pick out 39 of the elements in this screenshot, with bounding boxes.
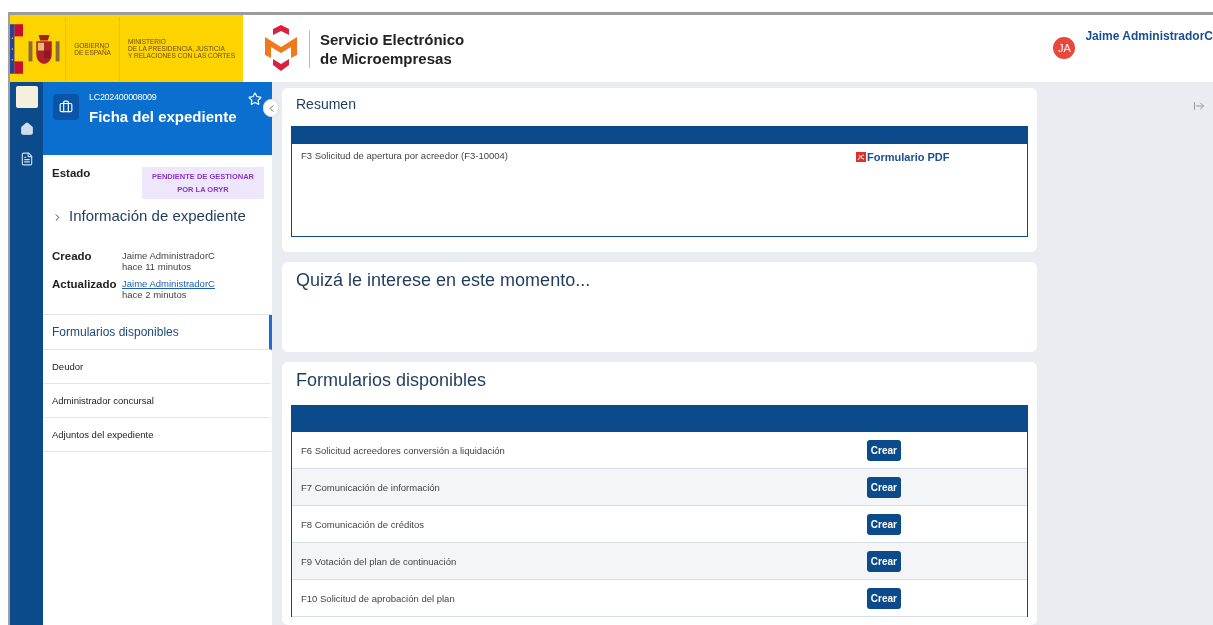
create-button[interactable]: Crear [866,476,901,498]
meta-label: Creado [52,250,93,264]
form-name: F3 Solicitud de apertura por acreedor (F3-10004) [301,150,509,161]
create-button[interactable]: Crear [866,513,901,535]
create-button[interactable]: Crear [866,439,901,461]
service-logo-icon [263,24,299,73]
form-name: F8 Comunicación de créditos [301,518,425,530]
user-name[interactable]: Jaime AdministradorC [1085,29,1213,43]
meta-label: Actualizado [52,278,118,292]
home-icon[interactable] [19,122,34,136]
collapse-button[interactable] [263,99,279,117]
service-title: Servicio Electrónico de Microempresas [309,29,465,68]
form-name: F6 Solicitud acreedores conversión a liquidación [301,444,505,456]
nav-item[interactable]: Formularios disponibles [43,315,272,350]
summary-title: Resumen [296,96,357,112]
pdf-icon [856,152,866,162]
time-ago: hace 11 minutos [122,261,192,272]
status-label: Estado [52,167,92,179]
suggestions-title: Quizá le interese en este momento... [296,270,592,291]
case-title: Ficha del expediente [89,108,237,125]
user-link[interactable]: Jaime AdministradorC [122,278,215,289]
nav-item[interactable]: Adjuntos del expediente [43,418,272,452]
form-name: F9 Votación del plan de continuación [301,555,457,567]
case-info-toggle[interactable]: Información de expediente [43,199,272,224]
time-ago: hace 2 minutos [122,289,188,300]
nav-item[interactable]: Deudor [43,350,272,384]
pdf-link[interactable]: Formulario PDF [856,151,950,163]
create-button[interactable]: Crear [866,587,901,609]
form-name: F10 Solicitud de aprobación del plan [301,592,455,604]
user-name: Jaime AdministradorC [122,250,215,261]
user-avatar[interactable]: JA [1053,37,1076,59]
create-button[interactable]: Crear [866,550,901,572]
forms-title: Formularios disponibles [296,370,488,391]
document-icon[interactable] [19,152,34,166]
nav-item[interactable]: Administrador concursal [43,384,272,418]
star-icon[interactable] [248,92,262,106]
briefcase-icon [53,94,79,120]
form-name: F7 Comunicación de información [301,481,440,493]
case-number: LC202400008009 [89,92,158,102]
